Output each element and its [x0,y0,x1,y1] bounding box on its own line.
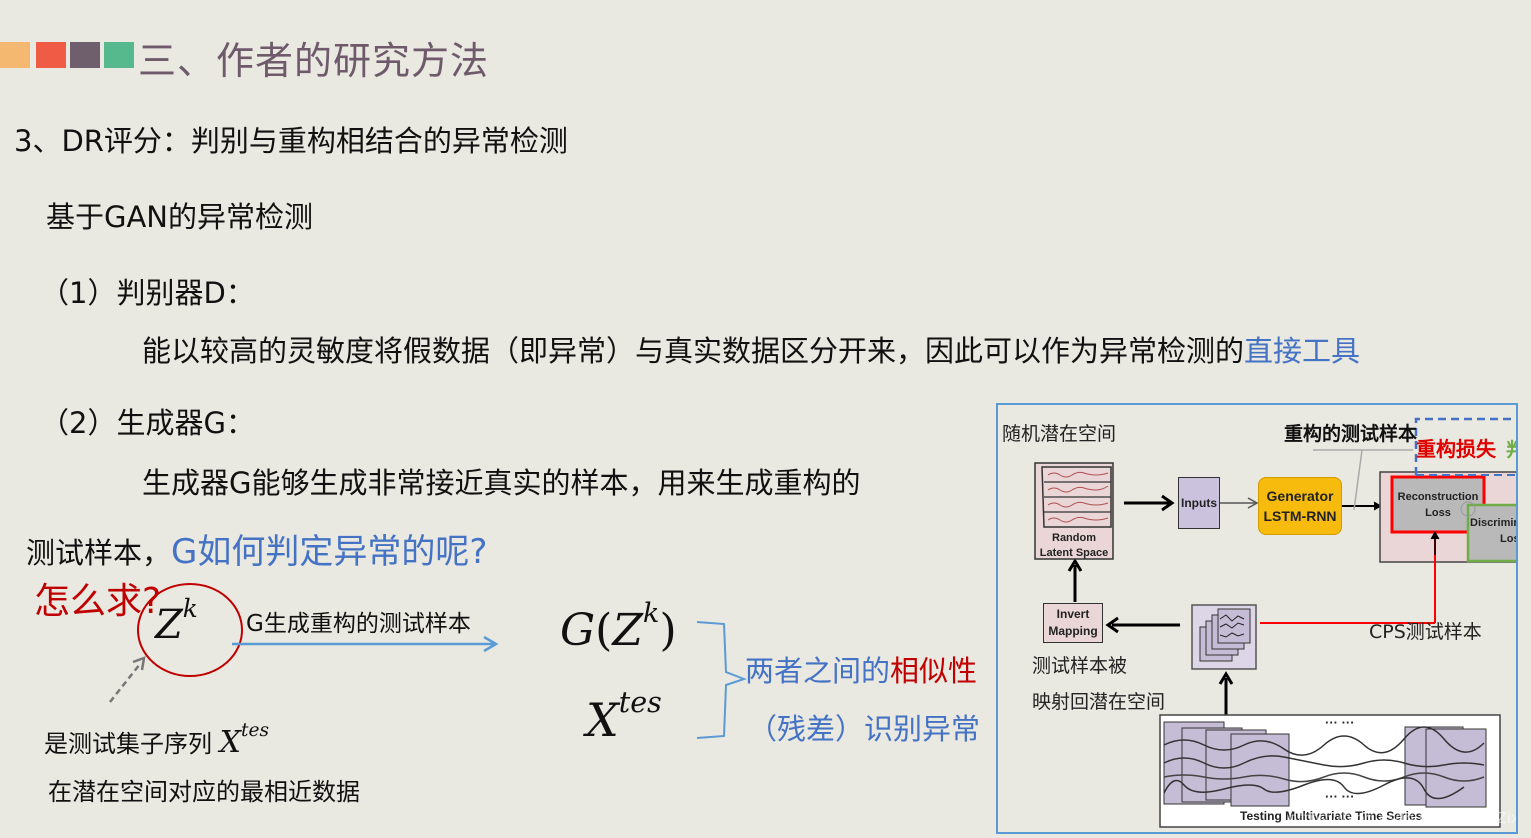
label-discrim-loss-cn: 判 [1506,435,1516,462]
invert-mapping-box: Invert Mapping [1043,603,1103,643]
inputs-box: Inputs [1178,477,1220,529]
similarity-prefix: 两者之间的 [745,654,891,688]
gzk-close: ) [659,605,677,657]
xtes-sup: tes [241,720,270,741]
cps-label: CPS测试样本 [1369,621,1482,643]
label-random-latent-cn: 随机潜在空间 [1002,423,1117,445]
discrim-loss-line2: Loss [1500,533,1516,545]
random-latent-box: Random Latent Space [1035,531,1113,561]
residual-text: （残差）识别异常 [748,712,981,746]
label-reconstructed-cn: 重构的测试样本 [1284,423,1418,445]
random-latent-line2: Latent Space [1039,547,1109,559]
similarity-highlight: 相似性 [890,654,978,688]
zk-desc-line2: 在潜在空间对应的最相近数据 [48,778,360,806]
ellipsis-top: ··· ··· [1325,715,1355,730]
xtes-base: X [219,724,241,760]
xtes-base-big: X [586,693,619,748]
invert-line1: Invert [1056,607,1090,621]
gzk-math: G(Zk) [560,598,677,656]
gzk-g: G [560,605,596,657]
zk-desc-line1: 是测试集子序列 Xtes [44,720,269,760]
xtes-sup-big: tes [618,686,662,719]
mapping-desc-line2: 映射回潜在空间 [1032,691,1166,713]
watermark: https://blog.csdn.net/ZhangZixuan1111 [1288,809,1516,827]
zk-base: Z [155,602,183,649]
generator-line1: Generator [1266,488,1334,504]
dashed-pointer-line [109,663,141,703]
generator-box: Generator LSTM-RNN [1258,477,1342,535]
gzk-sup: k [642,598,660,629]
arrow-label: G生成重构的测试样本 [246,611,471,637]
xtes-math: Xtes [586,686,662,747]
dashed-pointer-head [132,656,146,671]
gzk-z: Z [612,605,643,657]
zk-desc-text: 是测试集子序列 [44,729,212,758]
random-latent-line1: Random [1052,532,1096,544]
gan-diagram: 随机潜在空间 重构的测试样本 重构损失 判 Random Latent Spac… [996,403,1518,834]
bracket [696,621,747,739]
recon-loss-line1: Reconstruction [1397,491,1479,503]
zk-math: Zk [155,594,198,648]
invert-line2: Mapping [1048,624,1098,638]
item1-highlight: 直接工具 [1244,334,1361,368]
discrimination-loss-box: Discrimin Loss [1470,515,1518,547]
discrim-loss-line1: Discrimin [1470,517,1518,529]
similarity-text: 两者之间的相似性 [745,648,977,690]
generator-line2: LSTM-RNN [1263,508,1337,524]
mapping-desc-line1: 测试样本被 [1032,655,1128,677]
label-recon-loss-cn: 重构损失 [1416,437,1496,461]
zk-sup: k [182,594,198,623]
gzk-open: ( [595,605,613,657]
xtes-math-inline: Xtes [219,720,269,760]
ellipsis-bottom: ··· ··· [1325,789,1355,804]
